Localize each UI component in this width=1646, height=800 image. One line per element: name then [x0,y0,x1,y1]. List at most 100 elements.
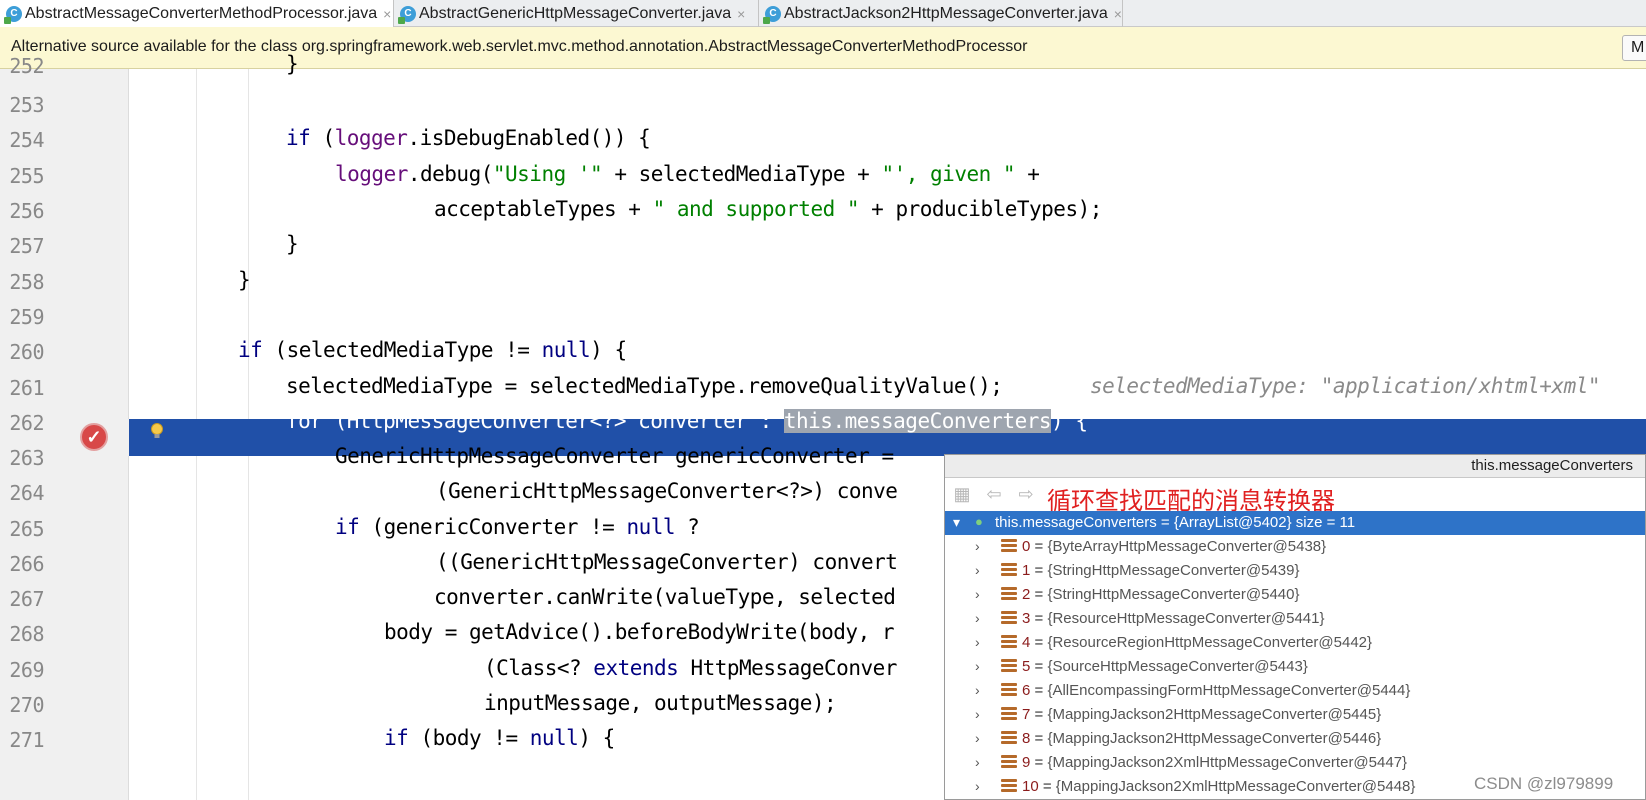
chevron-right-icon[interactable]: › [975,658,987,674]
code-token: .isDebugEnabled()) { [407,126,651,150]
code-token: .debug( [407,162,494,186]
code-token: acceptableTypes + [434,197,653,221]
item-value: {MappingJackson2XmlHttpMessageConverter@… [1055,778,1416,795]
tab-abstract-generic-http-message-converter[interactable]: C AbstractGenericHttpMessageConverter.ja… [394,0,759,27]
tree-item[interactable]: › 4 = {ResourceRegionHttpMessageConverte… [945,631,1645,655]
line-number: 263 [9,446,44,470]
tree-item[interactable]: › 6 = {AllEncompassingFormHttpMessageCon… [945,679,1645,703]
item-eq: = [1030,682,1048,699]
line-number: 259 [9,305,44,329]
chevron-right-icon[interactable]: › [975,706,987,722]
list-entry-icon [1001,683,1017,699]
code-line: converter.canWrite(valueType, selected [434,585,896,609]
close-icon[interactable]: × [737,6,745,22]
keyword: null [626,515,676,539]
popup-title: this.messageConverters [1471,457,1633,474]
tab-abstract-message-converter-method-processor[interactable]: C AbstractMessageConverterMethodProcesso… [0,0,394,27]
keyword: null [541,338,591,362]
item-value: {MappingJackson2XmlHttpMessageConverter@… [1047,754,1408,771]
chevron-right-icon[interactable]: › [975,682,987,698]
item-eq: = [1030,754,1048,771]
code-line: } [238,268,251,292]
chevron-down-icon[interactable]: ▾ [953,514,965,531]
line-number: 254 [9,128,44,152]
code-line: } [286,232,299,256]
tree-item[interactable]: › 1 = {StringHttpMessageConverter@5439} [945,559,1645,583]
list-entry-icon [1001,779,1017,795]
code-line: ((GenericHttpMessageConverter) convert [436,550,898,574]
code-token: + producibleTypes); [859,197,1102,221]
notice-action-button[interactable]: M [1622,35,1646,61]
chevron-right-icon[interactable]: › [975,610,987,626]
string-token: " and supported " [652,197,860,221]
item-value: {MappingJackson2HttpMessageConverter@544… [1047,730,1382,747]
code-token: HttpMessageConver [678,656,897,680]
list-entry-icon [1001,563,1017,579]
chevron-right-icon[interactable]: › [975,538,987,554]
chevron-right-icon[interactable]: › [975,778,987,794]
tab-label: AbstractMessageConverterMethodProcessor.… [25,4,378,22]
inline-debug-value-hint: selectedMediaType: "application/xhtml+xm… [1090,374,1601,398]
code-line-current: for (HttpMessageConverter<?> converter :… [286,409,1088,433]
back-arrow-icon[interactable]: ⇦ [985,485,1003,503]
selected-expression[interactable]: this.messageConverters [783,409,1052,433]
chevron-right-icon[interactable]: › [975,586,987,602]
tree-item[interactable]: › 0 = {ByteArrayHttpMessageConverter@543… [945,535,1645,559]
tree-item[interactable]: › 7 = {MappingJackson2HttpMessageConvert… [945,703,1645,727]
code-line: (Class<? extends HttpMessageConver [484,656,897,680]
code-token: (body != [408,726,530,750]
lightbulb-icon[interactable] [150,423,164,441]
code-line: selectedMediaType = selectedMediaType.re… [286,374,1003,398]
tree-item[interactable]: › 8 = {MappingJackson2HttpMessageConvert… [945,727,1645,751]
close-icon[interactable]: × [1114,6,1122,22]
tree-root-row[interactable]: ▾ ● this.messageConverters = {ArrayList@… [945,511,1645,535]
item-value: {SourceHttpMessageConverter@5443} [1047,658,1308,675]
item-eq: = [1030,730,1048,747]
tree-item[interactable]: › 5 = {SourceHttpMessageConverter@5443} [945,655,1645,679]
line-number: 255 [9,164,44,188]
item-eq: = [1030,586,1048,603]
tab-label: AbstractGenericHttpMessageConverter.java [419,4,732,22]
list-entry-icon [1001,611,1017,627]
item-value: {ResourceHttpMessageConverter@5441} [1047,610,1325,627]
breakpoint-check-icon[interactable]: ✓ [80,423,108,451]
code-line: if (selectedMediaType != null) { [238,338,627,362]
list-entry-icon [1001,539,1017,555]
item-value: {StringHttpMessageConverter@5440} [1047,586,1300,603]
code-token: (Class<? [484,656,594,680]
debug-value-popup[interactable]: this.messageConverters ▦ ⇦ ⇨ 循环查找匹配的消息转换… [944,454,1646,800]
line-number: 257 [9,234,44,258]
item-eq: = [1030,706,1048,723]
line-number: 260 [9,340,44,364]
code-token: ? [675,515,700,539]
item-value: {StringHttpMessageConverter@5439} [1047,562,1300,579]
string-token: "', given " [881,162,1016,186]
item-eq: = [1030,634,1048,651]
keyword: if [238,338,263,362]
list-entry-icon [1001,731,1017,747]
tab-abstract-jackson2-http-message-converter[interactable]: C AbstractJackson2HttpMessageConverter.j… [759,0,1123,27]
line-number: 265 [9,517,44,541]
code-token: ( [310,126,335,150]
keyword: for [286,409,323,433]
code-line: if (logger.isDebugEnabled()) { [286,126,651,150]
line-number: 271 [9,728,44,752]
chevron-right-icon[interactable]: › [975,562,987,578]
code-line: GenericHttpMessageConverter genericConve… [335,444,894,468]
tree-item[interactable]: › 2 = {StringHttpMessageConverter@5440} [945,583,1645,607]
line-number: 261 [9,376,44,400]
chevron-right-icon[interactable]: › [975,754,987,770]
chevron-right-icon[interactable]: › [975,634,987,650]
tree-item[interactable]: › 3 = {ResourceHttpMessageConverter@5441… [945,607,1645,631]
item-eq: = [1030,538,1048,555]
chevron-right-icon[interactable]: › [975,730,987,746]
close-icon[interactable]: × [383,6,391,22]
code-token: ) { [590,338,627,362]
tree-item[interactable]: › 9 = {MappingJackson2XmlHttpMessageConv… [945,751,1645,775]
code-token: (selectedMediaType != [262,338,542,362]
field-token: logger [334,126,408,150]
tree-view-icon[interactable]: ▦ [953,485,971,503]
code-line: inputMessage, outputMessage); [484,691,837,715]
java-class-icon: C [763,5,781,24]
forward-arrow-icon[interactable]: ⇨ [1017,485,1035,503]
